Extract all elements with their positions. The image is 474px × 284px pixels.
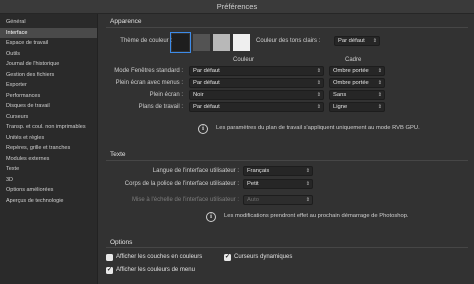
channels-in-color-label: Afficher les couches en couleurs — [116, 254, 203, 260]
info-icon: i — [198, 124, 208, 134]
ui-language-value: Français — [247, 168, 270, 174]
sidebar-item-cursors[interactable]: Curseurs — [0, 112, 97, 123]
checkmark-icon: ✓ — [106, 267, 113, 273]
dynamic-cursors-label: Curseurs dynamiques — [234, 254, 293, 260]
theme-label: Thème de couleur : — [120, 38, 172, 44]
chevron-updown-icon: ⇕ — [377, 104, 382, 110]
sidebar-item-enhanced-controls[interactable]: Options améliorées — [0, 185, 97, 196]
info-icon: i — [206, 212, 216, 222]
fullscreen-color-dropdown[interactable]: Noir ⇕ — [189, 90, 324, 100]
fullscreen-border-dropdown[interactable]: Sans ⇕ — [329, 90, 385, 100]
ui-scale-value: Auto — [247, 197, 259, 203]
channels-in-color-checkbox[interactable] — [106, 254, 113, 261]
ui-scale-label: Mise à l'échelle de l'interface utilisat… — [131, 197, 239, 203]
chevron-updown-icon: ⇕ — [316, 92, 321, 98]
chevron-updown-icon: ⇕ — [372, 38, 377, 44]
window-title: Préférences — [0, 0, 474, 14]
ui-font-size-label: Corps de la police de l'interface utilis… — [124, 181, 239, 187]
chevron-updown-icon: ⇕ — [305, 181, 310, 187]
sidebar-item-technology-previews[interactable]: Aperçus de technologie — [0, 196, 97, 207]
artboards-border-dropdown[interactable]: Ligne ⇕ — [329, 102, 385, 112]
sidebar-item-general[interactable]: Général — [0, 17, 97, 28]
theme-swatch-lightest[interactable] — [233, 34, 250, 51]
sidebar-item-type[interactable]: Texte — [0, 164, 97, 175]
theme-swatch-dark[interactable] — [193, 34, 210, 51]
sidebar-item-tools[interactable]: Outils — [0, 49, 97, 60]
chevron-updown-icon: ⇕ — [377, 80, 382, 86]
highlight-color-dropdown[interactable]: Par défaut ⇕ — [334, 36, 380, 46]
chevron-updown-icon: ⇕ — [316, 80, 321, 86]
appearance-divider — [106, 27, 468, 28]
chevron-updown-icon: ⇕ — [316, 68, 321, 74]
chevron-updown-icon: ⇕ — [316, 104, 321, 110]
artboards-border-value: Ligne — [333, 104, 348, 110]
sidebar-item-scratch-disks[interactable]: Disques de travail — [0, 101, 97, 112]
fullscreen-border-value: Sans — [333, 92, 347, 98]
fullscreen-menus-color-dropdown[interactable]: Par défaut ⇕ — [189, 78, 324, 88]
highlight-color-value: Par défaut — [338, 38, 365, 44]
chevron-updown-icon: ⇕ — [305, 168, 310, 174]
sidebar-item-history-log[interactable]: Journal de l'historique — [0, 59, 97, 70]
menu-colors-checkbox[interactable]: ✓ — [106, 267, 113, 274]
ui-scale-dropdown: Auto ⇕ — [243, 195, 313, 205]
fullscreen-label: Plein écran : — [149, 92, 183, 98]
checkmark-icon: ✓ — [224, 254, 231, 260]
appearance-section-title: Apparence — [110, 18, 142, 25]
sidebar-item-file-handling[interactable]: Gestion des fichiers — [0, 70, 97, 81]
standard-mode-label: Mode Fenêtres standard : — [114, 68, 183, 74]
chevron-updown-icon: ⇕ — [377, 68, 382, 74]
ui-language-label: Langue de l'interface utilisateur : — [152, 168, 239, 174]
standard-mode-color-value: Par défaut — [193, 68, 220, 74]
chevron-updown-icon: ⇕ — [305, 197, 310, 203]
text-divider — [106, 160, 468, 161]
sidebar-item-units-rulers[interactable]: Unités et règles — [0, 133, 97, 144]
standard-mode-border-value: Ombre portée — [333, 68, 369, 74]
fullscreen-menus-border-value: Ombre portée — [333, 80, 369, 86]
theme-swatch-darkest[interactable] — [170, 32, 191, 53]
artboards-color-dropdown[interactable]: Par défaut ⇕ — [189, 102, 324, 112]
restart-note: Les modifications prendront effet au pro… — [224, 213, 409, 219]
sidebar-item-interface[interactable]: Interface — [0, 27, 97, 38]
chevron-updown-icon: ⇕ — [377, 92, 382, 98]
sidebar-item-workspace[interactable]: Espace de travail — [0, 38, 97, 49]
column-header-border: Cadre — [345, 57, 362, 63]
options-divider — [106, 247, 468, 248]
standard-mode-border-dropdown[interactable]: Ombre portée ⇕ — [329, 66, 385, 76]
theme-swatch-light[interactable] — [213, 34, 230, 51]
options-section-title: Options — [110, 239, 133, 246]
menu-colors-label: Afficher les couleurs de menu — [116, 267, 195, 273]
standard-mode-color-dropdown[interactable]: Par défaut ⇕ — [189, 66, 324, 76]
sidebar-item-guides-grid[interactable]: Repères, grille et tranches — [0, 143, 97, 154]
ui-font-size-value: Petit — [247, 181, 259, 187]
sidebar-item-transparency-gamut[interactable]: Transp. et coul. non imprimables — [0, 122, 97, 133]
highlight-color-label: Couleur des tons clairs : — [256, 38, 321, 44]
sidebar-item-export[interactable]: Exporter — [0, 80, 97, 91]
artboard-note: Les paramètres du plan de travail s'appl… — [216, 125, 420, 131]
text-section-title: Texte — [110, 151, 126, 158]
dynamic-cursors-checkbox[interactable]: ✓ — [224, 254, 231, 261]
fullscreen-menus-border-dropdown[interactable]: Ombre portée ⇕ — [329, 78, 385, 88]
fullscreen-menus-color-value: Par défaut — [193, 80, 220, 86]
artboards-label: Plans de travail : — [138, 104, 183, 110]
ui-font-size-dropdown[interactable]: Petit ⇕ — [243, 179, 313, 189]
fullscreen-color-value: Noir — [193, 92, 204, 98]
column-header-color: Couleur — [233, 57, 255, 63]
ui-language-dropdown[interactable]: Français ⇕ — [243, 166, 313, 176]
preferences-sidebar: Général Interface Espace de travail Outi… — [0, 14, 98, 284]
artboards-color-value: Par défaut — [193, 104, 220, 110]
sidebar-item-3d[interactable]: 3D — [0, 175, 97, 186]
preferences-panel: Apparence Thème de couleur : Couleur des… — [98, 14, 474, 284]
sidebar-item-plugins[interactable]: Modules externes — [0, 154, 97, 165]
fullscreen-menus-label: Plein écran avec menus : — [115, 80, 183, 86]
sidebar-item-performance[interactable]: Performances — [0, 91, 97, 102]
